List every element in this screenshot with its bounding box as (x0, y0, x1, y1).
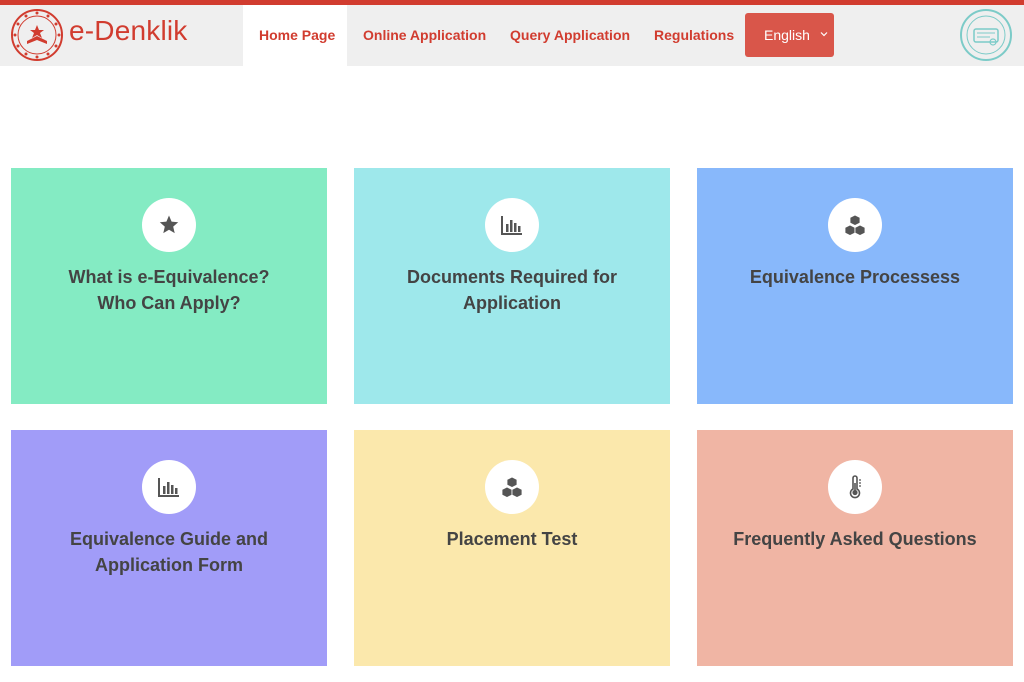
thermometer-icon (849, 475, 861, 499)
card-faq[interactable]: Frequently Asked Questions (697, 430, 1013, 666)
card-icon-circle (485, 198, 539, 252)
bar-chart-icon (158, 478, 179, 497)
language-select[interactable]: English (745, 13, 834, 57)
card-what-is-e-equivalence[interactable]: What is e-Equivalence? Who Can Apply? (11, 168, 327, 404)
card-equivalence-guide[interactable]: Equivalence Guide and Application Form (11, 430, 327, 666)
card-icon-circle (828, 198, 882, 252)
cubes-icon (844, 214, 866, 236)
star-icon (159, 215, 179, 234)
card-icon-circle (828, 460, 882, 514)
cubes-icon (501, 476, 523, 498)
card-title: Placement Test (446, 529, 578, 549)
chevron-down-icon (820, 32, 828, 37)
card-title: Documents Required for Application (406, 267, 618, 313)
card-equivalence-processes[interactable]: Equivalence Processess (697, 168, 1013, 404)
card-placement-test[interactable]: Placement Test (354, 430, 670, 666)
card-title: What is e-Equivalence? Who Can Apply? (68, 267, 270, 313)
card-icon-circle (485, 460, 539, 514)
diploma-seal-icon[interactable] (959, 8, 1013, 62)
card-documents-required[interactable]: Documents Required for Application (354, 168, 670, 404)
nav-home-page[interactable]: Home Page (259, 5, 335, 66)
nav-query-application[interactable]: Query Application (510, 5, 630, 66)
language-selected: English (764, 27, 810, 43)
ministry-logo-icon[interactable] (10, 8, 64, 62)
brand-name[interactable]: e-Denklik (69, 14, 188, 48)
nav-online-application[interactable]: Online Application (363, 5, 486, 66)
card-icon-circle (142, 198, 196, 252)
card-icon-circle (142, 460, 196, 514)
card-title: Equivalence Processess (749, 267, 961, 287)
card-title: Equivalence Guide and Application Form (69, 529, 269, 575)
card-title: Frequently Asked Questions (733, 529, 977, 549)
nav-regulations[interactable]: Regulations (654, 5, 734, 66)
bar-chart-icon (501, 216, 522, 235)
